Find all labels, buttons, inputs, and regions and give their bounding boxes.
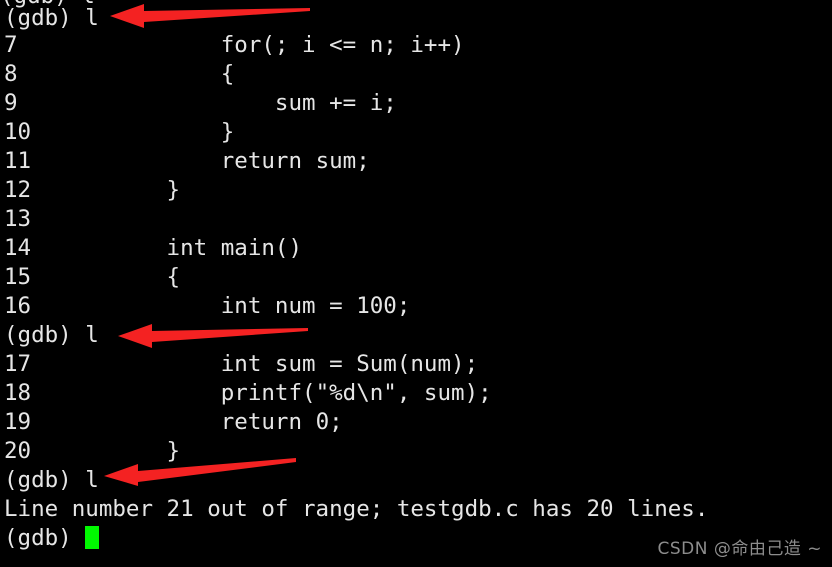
terminal-line-src-10: 10 } — [4, 119, 235, 145]
terminal-line-src-7: 7 for(; i <= n; i++) — [4, 32, 465, 58]
terminal-line-src-15: 15 { — [4, 264, 181, 290]
terminal-line-gdb-prompt-2: (gdb) l — [4, 322, 99, 348]
terminal-line-src-17: 17 int sum = Sum(num); — [4, 351, 479, 377]
terminal-line-src-20: 20 } — [4, 438, 181, 464]
terminal-line-gdb-prompt-1: (gdb) l — [4, 5, 99, 31]
annotation-arrow-2 — [118, 324, 308, 348]
terminal-line-src-13: 13 — [4, 206, 113, 232]
terminal-line-src-19: 19 return 0; — [4, 409, 343, 435]
terminal-line-src-11: 11 return sum; — [4, 148, 370, 174]
text-cursor — [85, 526, 100, 549]
clipped-scrollback-line: (gdb) l — [0, 0, 832, 11]
terminal-window[interactable]: (gdb) l (gdb) l 7 for(; i <= n; i++) 8 {… — [0, 0, 832, 567]
terminal-line-gdb-prompt-4: (gdb) — [4, 524, 100, 554]
terminal-line-src-12: 12 } — [4, 177, 181, 203]
terminal-line-src-9: 9 sum += i; — [4, 90, 397, 116]
csdn-watermark: CSDN @命由己造 ~ — [657, 539, 822, 559]
prompt-text: (gdb) — [4, 525, 86, 551]
terminal-line-src-14: 14 int main() — [4, 235, 303, 261]
terminal-line-gdb-prompt-3: (gdb) l — [4, 467, 99, 493]
terminal-line-src-18: 18 printf("%d\n", sum); — [4, 380, 492, 406]
terminal-line-error-message: Line number 21 out of range; testgdb.c h… — [4, 496, 709, 522]
terminal-line-src-8: 8 { — [4, 61, 235, 87]
terminal-line-src-16: 16 int num = 100; — [4, 293, 411, 319]
